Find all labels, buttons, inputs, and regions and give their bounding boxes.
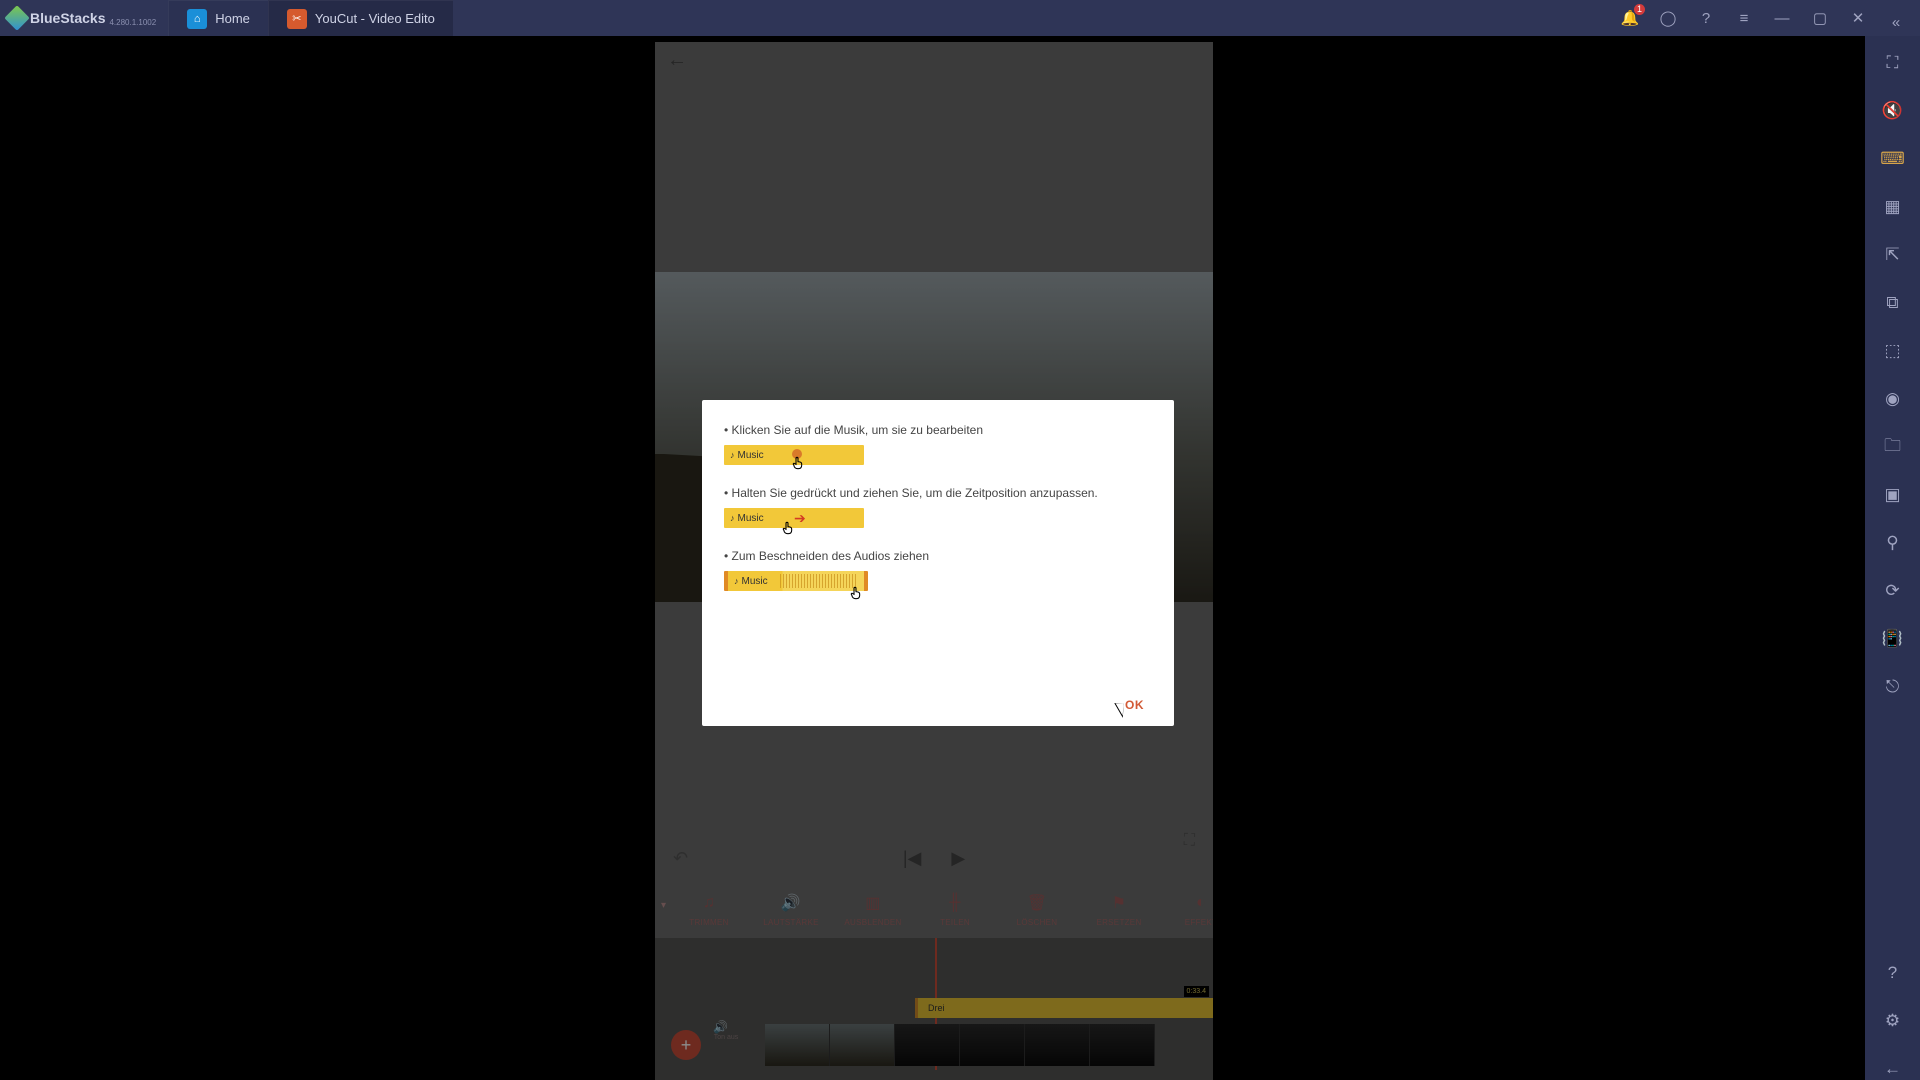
menu-icon[interactable]: ≡ xyxy=(1732,6,1756,30)
effect-icon: ◐ xyxy=(1190,892,1212,914)
app-topbar: ← xyxy=(655,42,1213,78)
tip-3-text: • Zum Beschneiden des Audios ziehen xyxy=(724,549,929,563)
macro-icon[interactable]: ▣ xyxy=(1882,484,1904,506)
toggle-keymap-icon[interactable]: ▦ xyxy=(1882,196,1904,218)
brand-version: 4.280.1.1002 xyxy=(109,18,156,27)
timeline[interactable]: Drei 0:33.4 + 🔊 Ton aus 0:05.5 Gesamt 0:… xyxy=(655,938,1213,1080)
volume-mute-icon[interactable]: 🔇 xyxy=(1882,100,1904,122)
undo-icon[interactable]: ↶ xyxy=(673,848,688,869)
rotate-icon[interactable]: ⟳ xyxy=(1882,580,1904,602)
music-clip-duration: 0:33.4 xyxy=(1184,986,1209,997)
collapse-sidebar-icon[interactable]: « xyxy=(1884,10,1908,34)
home-icon: ⌂ xyxy=(187,9,207,29)
tab-label: Home xyxy=(215,11,250,26)
toolbar-collapse-icon[interactable]: ▾ xyxy=(661,900,666,911)
volume-icon: 🔊 xyxy=(780,892,802,914)
demo-clip-tap: ♪ Music xyxy=(724,445,864,465)
notifications-icon[interactable]: 🔔 xyxy=(1618,6,1642,30)
tool-volume[interactable]: 🔊LAUTSTÄRKE xyxy=(761,892,821,927)
screenshot-icon[interactable]: ⧉ xyxy=(1882,292,1904,314)
help-icon[interactable]: ? xyxy=(1694,6,1718,30)
music-clip[interactable]: Drei 0:33.4 xyxy=(915,998,1213,1018)
tool-split[interactable]: ╫TEILEN xyxy=(925,892,985,927)
hand-tap-icon xyxy=(790,453,808,475)
delete-icon: 🗑 xyxy=(1026,892,1048,914)
account-icon[interactable]: ◯ xyxy=(1656,6,1680,30)
mute-icon[interactable]: 🔊 xyxy=(713,1020,728,1034)
tool-effect[interactable]: ◐EFFEKT xyxy=(1171,892,1213,927)
tip-1-text: • Klicken Sie auf die Musik, um sie zu b… xyxy=(724,423,983,437)
back-icon[interactable]: ← xyxy=(667,49,687,72)
minimize-icon[interactable]: — xyxy=(1770,6,1794,30)
tool-fade[interactable]: ▥AUSBLENDEN xyxy=(843,892,903,927)
keymap-icon[interactable]: ⌨ xyxy=(1882,148,1904,170)
close-icon[interactable]: ✕ xyxy=(1846,6,1870,30)
accounts-icon[interactable]: ⎋ xyxy=(1882,676,1904,698)
tab-youcut[interactable]: ✂ YouCut - Video Edito xyxy=(268,0,453,36)
settings-icon[interactable]: ⚙ xyxy=(1882,1010,1904,1032)
bluestacks-icon xyxy=(4,5,29,30)
tabs: ⌂ Home ✂ YouCut - Video Edito xyxy=(168,0,453,36)
music-help-dialog: • Klicken Sie auf die Musik, um sie zu b… xyxy=(702,400,1174,726)
split-icon: ╫ xyxy=(944,892,966,914)
install-apk-icon[interactable]: ⇱ xyxy=(1882,244,1904,266)
brand-text: BlueStacks xyxy=(30,10,105,26)
tool-replace[interactable]: ⚑ERSETZEN xyxy=(1089,892,1149,927)
music-note-icon: ♪ xyxy=(730,450,735,460)
prev-frame-icon[interactable]: |◀ xyxy=(903,848,922,869)
youcut-icon: ✂ xyxy=(287,9,307,29)
tool-delete[interactable]: 🗑LÖSCHEN xyxy=(1007,892,1067,927)
waveform-icon xyxy=(780,574,858,588)
titlebar-actions: 🔔 ◯ ? ≡ — ▢ ✕ « xyxy=(1618,6,1920,30)
shake-icon[interactable]: 📳 xyxy=(1882,628,1904,650)
android-back-icon[interactable]: ← xyxy=(1882,1058,1904,1080)
tip-2-text: • Halten Sie gedrückt und ziehen Sie, um… xyxy=(724,486,1098,500)
demo-clip-trim: ♪ Music xyxy=(724,571,868,591)
replace-icon: ⚑ xyxy=(1108,892,1130,914)
hand-trim-icon xyxy=(848,583,866,605)
location-icon[interactable]: ⚲ xyxy=(1882,532,1904,554)
maximize-icon[interactable]: ▢ xyxy=(1808,6,1832,30)
add-button[interactable]: + xyxy=(671,1030,701,1060)
music-note-icon: ♪ xyxy=(730,513,735,523)
fade-icon: ▥ xyxy=(862,892,884,914)
tab-label: YouCut - Video Edito xyxy=(315,11,435,26)
bluestacks-sidebar: ⛶ 🔇 ⌨ ▦ ⇱ ⧉ ⬚ ◉ 🗀 ▣ ⚲ ⟳ 📳 ⎋ ? ⚙ ← xyxy=(1865,36,1920,1080)
music-note-icon: ♪ xyxy=(734,576,739,586)
play-icon[interactable]: ▶ xyxy=(951,848,965,869)
fullscreen-toggle-icon[interactable]: ⛶ xyxy=(1882,52,1904,74)
tab-home[interactable]: ⌂ Home xyxy=(168,0,268,36)
fullscreen-icon[interactable]: ⛶ xyxy=(1184,832,1195,850)
camera-icon[interactable]: ⬚ xyxy=(1882,340,1904,362)
tool-trim[interactable]: ♫TRIMMEN xyxy=(679,892,739,927)
trim-icon: ♫ xyxy=(698,892,720,914)
demo-clip-drag: ♪ Music ➔ xyxy=(724,508,864,528)
video-thumbnails[interactable] xyxy=(765,1024,1155,1066)
media-folder-icon[interactable]: 🗀 xyxy=(1882,436,1904,458)
music-clip-label: Drei xyxy=(928,1003,945,1013)
record-icon[interactable]: ◉ xyxy=(1882,388,1904,410)
hand-drag-icon xyxy=(780,518,798,540)
help-sidebar-icon[interactable]: ? xyxy=(1882,962,1904,984)
bluestacks-logo: BlueStacks 4.280.1.1002 xyxy=(8,0,156,36)
edit-toolbar: ▾ ♫TRIMMEN 🔊LAUTSTÄRKE ▥AUSBLENDEN ╫TEIL… xyxy=(655,882,1213,937)
playback-controls: ↶ |◀ ▶ ⛶ xyxy=(655,838,1213,878)
titlebar: BlueStacks 4.280.1.1002 ⌂ Home ✂ YouCut … xyxy=(0,0,1920,36)
mute-label: Ton aus xyxy=(711,1034,741,1041)
